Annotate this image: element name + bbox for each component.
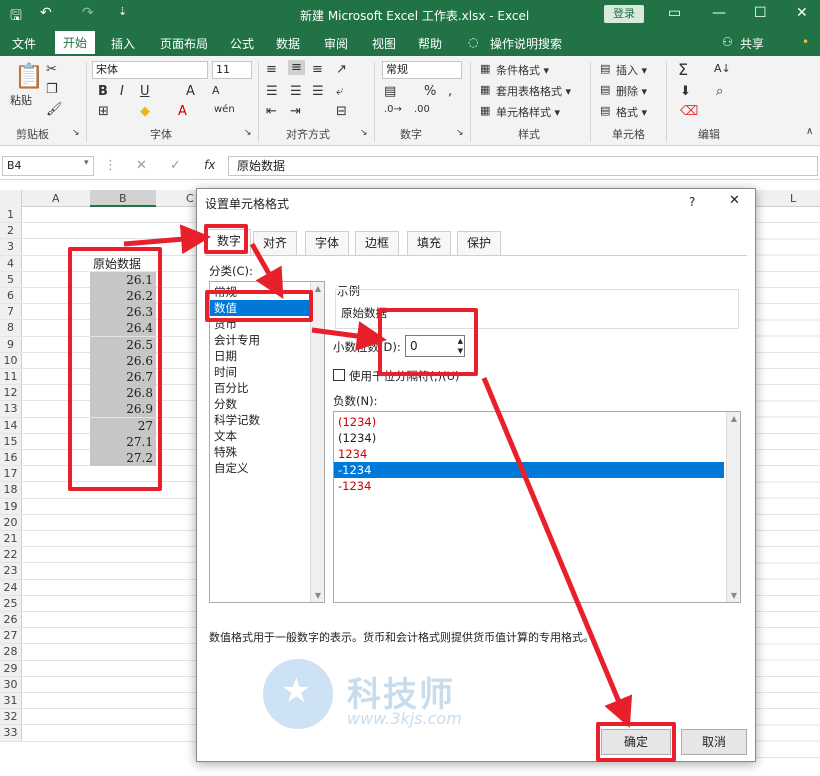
annotation-arrows [123,224,633,728]
arrow-to-category [249,242,284,300]
arrow-to-decimals [311,321,387,351]
arrow-to-tab [123,224,211,255]
arrow-to-ok [481,377,633,728]
